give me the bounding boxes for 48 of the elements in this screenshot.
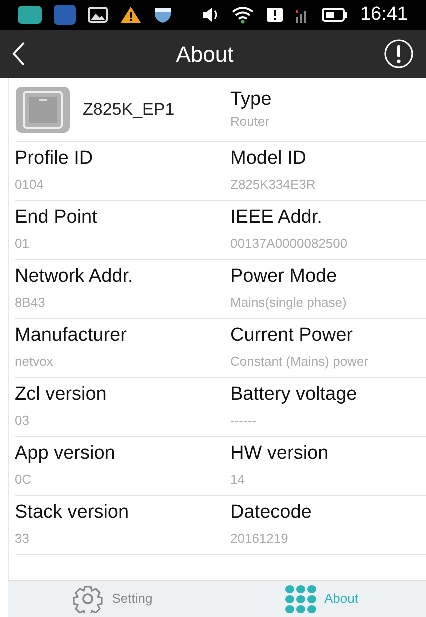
device-name: Z825K_EP1 [83, 98, 175, 121]
field-value: Mains(single phase) [230, 294, 348, 312]
back-icon[interactable] [12, 41, 26, 67]
field-label: IEEE Addr. [230, 206, 324, 230]
grid-icon [284, 585, 316, 613]
wifi-icon [232, 6, 254, 24]
device-icon [15, 86, 71, 134]
field-value: netvox [15, 353, 54, 372]
field-label: Network Addr. [15, 265, 134, 290]
info-icon[interactable] [384, 39, 414, 69]
field-label: Datecode [230, 501, 313, 526]
field-value: 8B43 [15, 294, 46, 312]
field-value: 33 [15, 530, 30, 548]
field-label: Battery voltage [230, 383, 358, 408]
field-label: App version [15, 442, 116, 466]
field-value: Z825K334E3R [230, 176, 317, 194]
field-value: Router [230, 112, 271, 131]
field-label: Stack version [15, 501, 130, 526]
field-label: Zcl version [15, 383, 108, 408]
field-value: 00137A0000082500 [230, 235, 349, 254]
field-value: 03 [15, 412, 30, 430]
nav-tab[interactable]: Setting [72, 585, 153, 613]
field-label: Profile ID [15, 147, 94, 172]
field-value: 0C [15, 471, 33, 490]
field-value: ------ [230, 412, 258, 430]
field-label: Model ID [230, 147, 308, 172]
field-value: 01 [15, 235, 30, 254]
shield-icon [154, 6, 172, 24]
field-value: 14 [230, 471, 246, 490]
field-label: Type [230, 88, 273, 112]
warning-icon [120, 6, 142, 24]
field-label: Manufacturer [15, 324, 128, 348]
field-label: Current Power [230, 324, 354, 348]
field-value: 0104 [15, 176, 45, 194]
field-value: 20161219 [230, 530, 290, 548]
battery-icon [322, 8, 348, 22]
field-label: Power Mode [230, 265, 338, 290]
screen-title: About [175, 40, 235, 68]
app-icon [54, 5, 76, 25]
alert-icon [266, 7, 284, 23]
app-icon [18, 6, 42, 24]
nav-tab[interactable]: About [284, 585, 358, 613]
field-label: End Point [15, 206, 98, 230]
field-label: HW version [230, 442, 330, 466]
settings-icon [72, 585, 104, 613]
image-icon [88, 7, 108, 23]
clock-time: 16:41 [360, 2, 408, 27]
field-value: Constant (Mains) power [230, 353, 370, 372]
